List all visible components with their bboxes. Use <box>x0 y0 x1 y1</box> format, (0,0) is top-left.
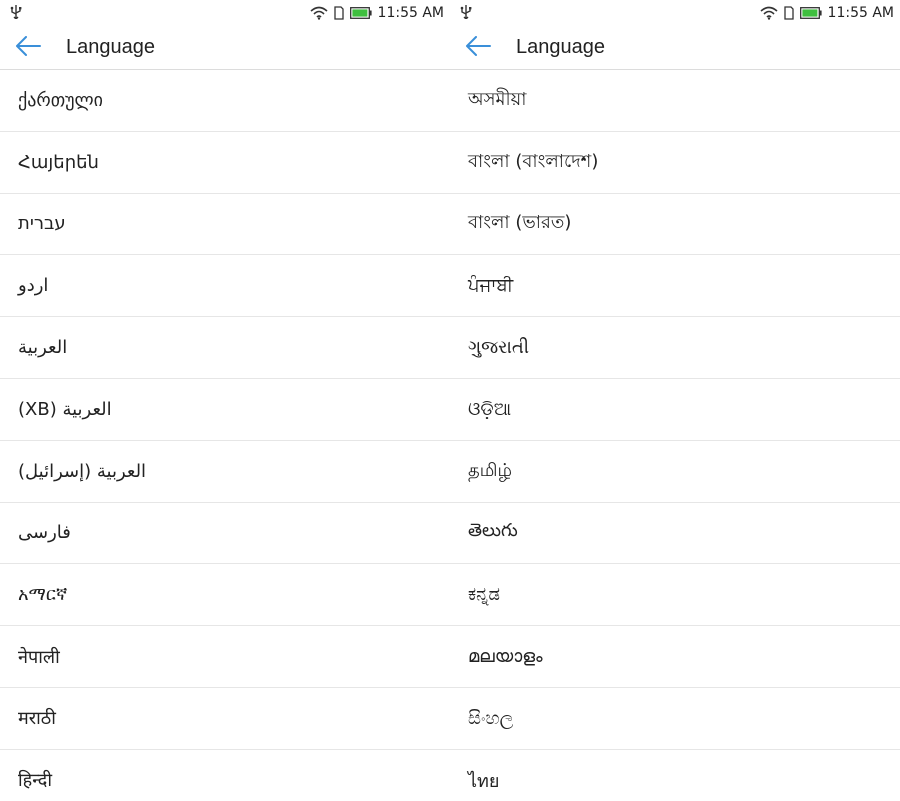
language-item[interactable]: ਪੰਜਾਬੀ <box>450 255 900 318</box>
language-item-label: Հայերեն <box>18 151 99 173</box>
language-item[interactable]: অসমীয়া <box>450 70 900 132</box>
language-item[interactable]: සිංහල <box>450 688 900 750</box>
language-item-label: অসমীয়া <box>468 88 527 110</box>
app-bar: Language <box>450 26 900 70</box>
status-right: 11:55 AM <box>310 5 444 21</box>
usb-icon <box>460 4 472 22</box>
status-time: 11:55 AM <box>377 5 444 21</box>
screenshot-stage: 11:55 AM Language ქართული Հայերեն עברית ارد… <box>0 0 900 801</box>
page-title: Language <box>516 36 605 58</box>
language-item[interactable]: हिन्दी <box>0 750 450 801</box>
language-item[interactable]: فارسی <box>0 503 450 565</box>
language-item[interactable]: አማርኛ <box>0 564 450 627</box>
language-item[interactable]: ଓଡ଼ିଆ <box>450 379 900 441</box>
usb-icon <box>10 4 22 22</box>
language-item[interactable]: ქართული <box>0 70 450 132</box>
language-item-label: العربية (إسرائيل) <box>18 460 147 482</box>
status-left <box>10 4 22 22</box>
arrow-left-icon <box>465 35 491 60</box>
language-item[interactable]: ไทย <box>450 750 900 801</box>
language-item[interactable]: العربية (إسرائيل) <box>0 441 450 503</box>
language-item-label: বাংলা (ভারত) <box>468 212 572 234</box>
language-list: অসমীয়া বাংলা (বাংলাদেশ) বাংলা (ভারত) ਪੰਜਾਬ… <box>450 70 900 801</box>
wifi-icon <box>310 6 328 20</box>
language-item[interactable]: العربية (XB) <box>0 379 450 441</box>
language-list: ქართული Հայերեն עברית اردو العربية العربية (X… <box>0 70 450 801</box>
language-item-label: ไทย <box>468 770 500 792</box>
language-item[interactable]: नेपाली <box>0 626 450 688</box>
language-item[interactable]: বাংলা (ভারত) <box>450 194 900 256</box>
battery-icon <box>799 7 822 19</box>
app-bar: Language <box>0 26 450 70</box>
language-item-label: മലയാളം <box>468 646 543 668</box>
back-button[interactable] <box>450 26 506 70</box>
language-item-label: ଓଡ଼ିଆ <box>468 398 512 420</box>
language-item[interactable]: اردو <box>0 255 450 318</box>
language-item-label: தமிழ் <box>468 459 512 481</box>
language-item[interactable]: Հայերեն <box>0 132 450 194</box>
language-item[interactable]: தமிழ் <box>450 441 900 503</box>
language-item[interactable]: עברית <box>0 194 450 256</box>
status-time: 11:55 AM <box>827 5 894 21</box>
language-item[interactable]: తెలుగు <box>450 503 900 565</box>
left-screen: 11:55 AM Language ქართული Հայերեն עברית ارد… <box>0 0 450 801</box>
language-item-label: ગુજરાતી <box>468 337 529 359</box>
language-item-label: සිංහල <box>468 707 514 729</box>
language-item-label: ਪੰਜਾਬੀ <box>468 275 514 297</box>
language-item-label: العربية <box>18 337 68 359</box>
language-item[interactable]: বাংলা (বাংলাদেশ) <box>450 132 900 194</box>
language-item-label: हिन्दी <box>18 770 53 792</box>
language-item-label: తెలుగు <box>468 520 518 542</box>
wifi-icon <box>760 6 778 20</box>
language-item-label: فارسی <box>18 522 71 544</box>
sim-icon <box>783 6 794 20</box>
language-item[interactable]: मराठी <box>0 688 450 750</box>
language-item-label: मराठी <box>18 708 56 730</box>
status-bar: 11:55 AM <box>0 0 450 26</box>
language-item-label: ქართული <box>18 89 103 111</box>
language-item-label: বাংলা (বাংলাদেশ) <box>468 150 599 172</box>
language-item[interactable]: ગુજરાતી <box>450 317 900 379</box>
language-item-label: اردو <box>18 275 49 297</box>
language-item-label: ಕನ್ನಡ <box>468 584 501 606</box>
page-title: Language <box>66 36 155 58</box>
language-item[interactable]: ಕನ್ನಡ <box>450 564 900 627</box>
battery-icon <box>349 7 372 19</box>
language-item[interactable]: മലയാളം <box>450 626 900 688</box>
sim-icon <box>333 6 344 20</box>
language-item-label: नेपाली <box>18 646 60 668</box>
right-screen: 11:55 AM Language অসমীয়া বাংলা (বাংলাদেশ… <box>450 0 900 801</box>
arrow-left-icon <box>15 35 41 60</box>
back-button[interactable] <box>0 26 56 70</box>
language-item[interactable]: العربية <box>0 317 450 379</box>
language-item-label: አማርኛ <box>18 584 68 606</box>
language-item-label: עברית <box>18 213 66 235</box>
status-left <box>460 4 472 22</box>
language-item-label: العربية (XB) <box>18 398 112 420</box>
status-right: 11:55 AM <box>760 5 894 21</box>
status-bar: 11:55 AM <box>450 0 900 26</box>
